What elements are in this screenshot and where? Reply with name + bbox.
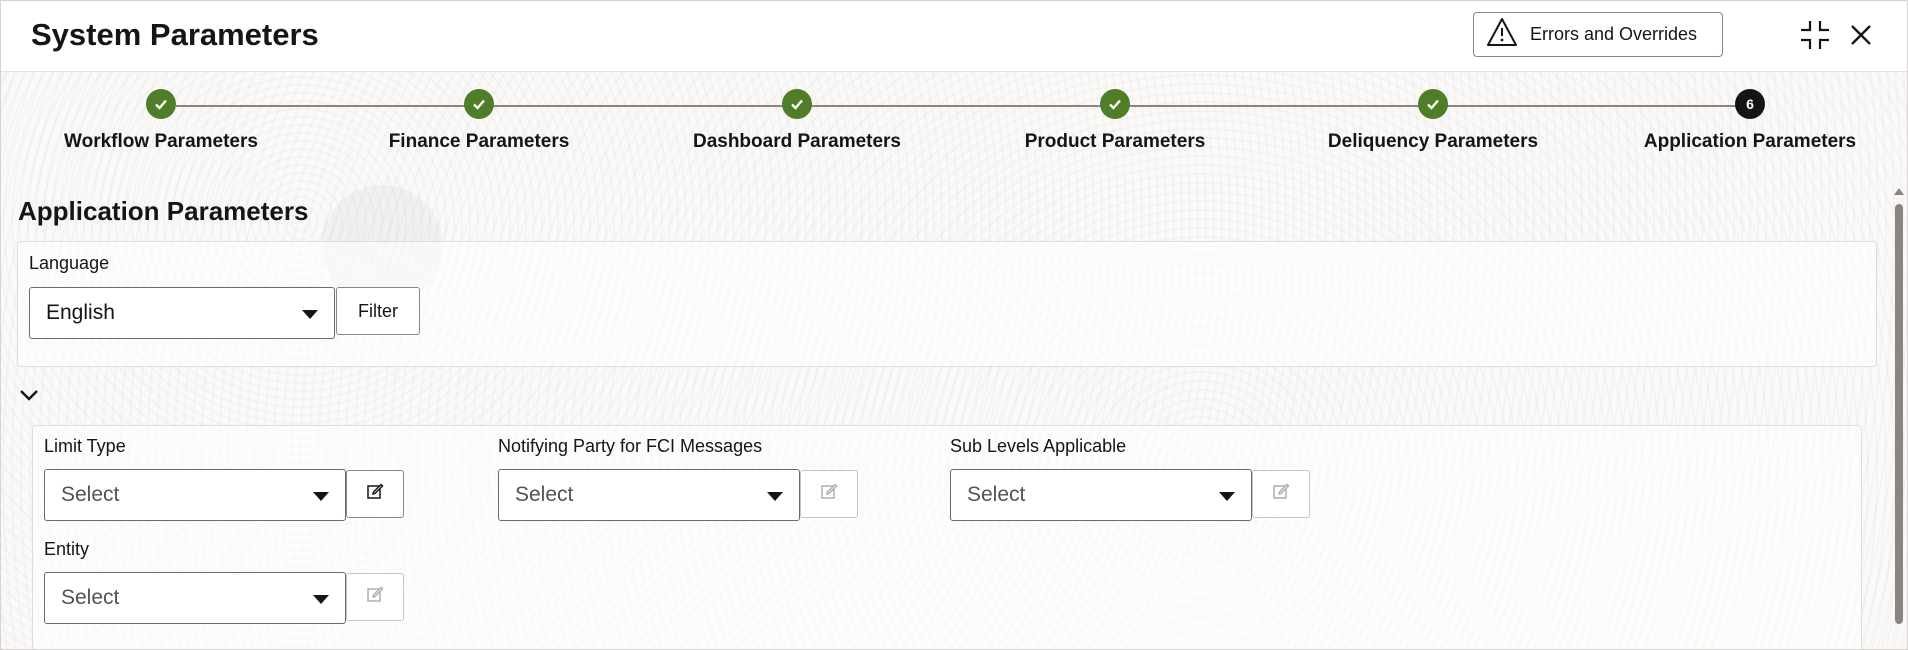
- edit-icon: [1272, 482, 1290, 506]
- system-parameters-window: System Parameters Errors and Overrides W…: [0, 0, 1908, 650]
- language-panel: Language English Filter: [17, 241, 1877, 367]
- scroll-up-arrow[interactable]: [1894, 188, 1904, 195]
- step-workflow-parameters[interactable]: Workflow Parameters: [11, 89, 311, 153]
- limit-type-edit-button[interactable]: [346, 470, 404, 518]
- step-label: Workflow Parameters: [64, 131, 258, 152]
- check-icon: [1418, 89, 1448, 119]
- check-icon: [464, 89, 494, 119]
- step-dashboard-parameters[interactable]: Dashboard Parameters: [647, 89, 947, 153]
- entity-label: Entity: [44, 539, 90, 559]
- chevron-down-icon: [302, 310, 318, 319]
- close-icon[interactable]: [1849, 23, 1873, 52]
- step-application-parameters[interactable]: 6 Application Parameters: [1600, 89, 1900, 153]
- edit-icon: [366, 482, 384, 506]
- language-label: Language: [29, 253, 110, 273]
- step-label: Application Parameters: [1643, 131, 1857, 152]
- check-icon: [1100, 89, 1130, 119]
- edit-icon: [820, 482, 838, 506]
- chevron-down-icon: [767, 492, 783, 501]
- step-label: Deliquency Parameters: [1327, 131, 1539, 152]
- scrollbar-thumb[interactable]: [1895, 204, 1903, 624]
- section-title: Application Parameters: [18, 196, 309, 226]
- step-product-parameters[interactable]: Product Parameters: [965, 89, 1265, 153]
- entity-value: Select: [61, 586, 120, 609]
- sub-levels-edit-button[interactable]: [1252, 470, 1310, 518]
- sub-levels-value: Select: [967, 483, 1026, 506]
- step-label: Dashboard Parameters: [692, 131, 902, 152]
- chevron-down-icon: [1219, 492, 1235, 501]
- parameters-panel: Limit Type Select Notifying Party for FC…: [32, 425, 1862, 649]
- collapse-icon[interactable]: [1799, 19, 1831, 56]
- step-label: Product Parameters: [1024, 131, 1206, 152]
- entity-select[interactable]: Select: [44, 572, 346, 624]
- filter-button[interactable]: Filter: [336, 287, 420, 335]
- sub-levels-select[interactable]: Select: [950, 469, 1252, 521]
- stepper: Workflow Parameters Finance Parameters D…: [1, 89, 1907, 169]
- notifying-party-select[interactable]: Select: [498, 469, 800, 521]
- entity-edit-button[interactable]: [346, 573, 404, 621]
- step-number: 6: [1735, 89, 1765, 119]
- chevron-down-icon[interactable]: [19, 388, 39, 407]
- header: System Parameters Errors and Overrides: [1, 1, 1907, 72]
- check-icon: [146, 89, 176, 119]
- language-value: English: [46, 301, 115, 324]
- step-finance-parameters[interactable]: Finance Parameters: [329, 89, 629, 153]
- limit-type-select[interactable]: Select: [44, 469, 346, 521]
- vertical-scrollbar[interactable]: [1893, 184, 1905, 649]
- edit-icon: [366, 585, 384, 609]
- errors-and-overrides-label: Errors and Overrides: [1530, 24, 1698, 44]
- language-select[interactable]: English: [29, 287, 335, 339]
- notifying-party-label: Notifying Party for FCI Messages: [498, 436, 763, 456]
- chevron-down-icon: [313, 492, 329, 501]
- errors-and-overrides-button[interactable]: Errors and Overrides: [1473, 12, 1723, 57]
- step-label: Finance Parameters: [388, 131, 570, 152]
- check-icon: [782, 89, 812, 119]
- notifying-party-value: Select: [515, 483, 574, 506]
- chevron-down-icon: [313, 595, 329, 604]
- limit-type-value: Select: [61, 483, 120, 506]
- step-deliquency-parameters[interactable]: Deliquency Parameters: [1283, 89, 1583, 153]
- notifying-party-edit-button[interactable]: [800, 470, 858, 518]
- page-title: System Parameters: [31, 17, 319, 52]
- limit-type-label: Limit Type: [44, 436, 126, 456]
- sub-levels-label: Sub Levels Applicable: [950, 436, 1127, 456]
- warning-icon: [1486, 17, 1518, 52]
